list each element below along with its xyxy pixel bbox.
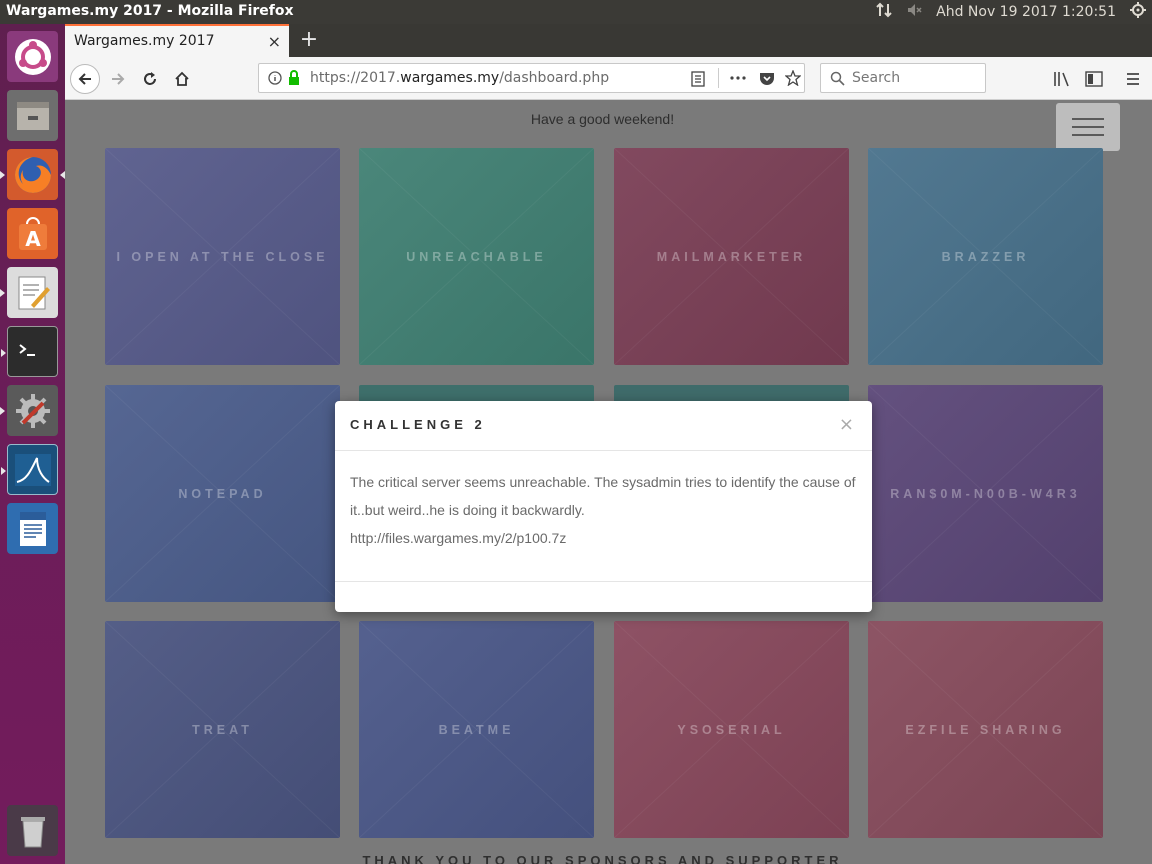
bookmark-star-icon[interactable]	[785, 70, 801, 86]
text-editor-icon[interactable]	[0, 267, 58, 318]
system-tray: Ahd Nov 19 2017 1:20:51	[876, 0, 1152, 24]
challenge-tile[interactable]: EZFILE SHARING	[868, 621, 1103, 838]
challenge-tile-label: UNREACHABLE	[406, 249, 547, 264]
challenge-tile[interactable]: NOTEPAD	[105, 385, 340, 602]
challenge-tile-label: BEATME	[438, 722, 515, 737]
challenge-tile[interactable]: I OPEN AT THE CLOSE	[105, 148, 340, 365]
page-content: Have a good weekend! I OPEN AT THE CLOSE…	[65, 100, 1152, 864]
challenge-tile-label: MAILMARKETER	[656, 249, 807, 264]
wireshark-icon[interactable]	[1, 444, 58, 495]
reload-icon	[144, 72, 156, 85]
challenge-tile[interactable]: BRAZZER	[868, 148, 1103, 365]
sponsors-heading: THANK YOU TO OUR SPONSORS AND SUPPORTER	[362, 853, 843, 864]
challenge-tile[interactable]: MAILMARKETER	[614, 148, 849, 365]
info-icon[interactable]	[268, 71, 282, 85]
clock[interactable]: Ahd Nov 19 2017 1:20:51	[936, 4, 1116, 20]
library-icon[interactable]	[1053, 71, 1071, 87]
tab-close-icon[interactable]: ×	[268, 32, 281, 51]
challenge-tile[interactable]: BEATME	[359, 621, 594, 838]
greeting-text: Have a good weekend!	[530, 111, 675, 127]
url-bar[interactable]: https://2017.wargames.my/dashboard.php	[258, 63, 805, 93]
challenge-tile[interactable]: RAN$0M-N00B-W4R3	[868, 385, 1103, 602]
tab-wargames[interactable]: Wargames.my 2017 ×	[65, 24, 289, 57]
url-text[interactable]: https://2017.wargames.my/dashboard.php	[310, 70, 609, 86]
search-input[interactable]: Search	[820, 63, 986, 93]
home-button[interactable]	[167, 64, 197, 94]
challenge-tile-label: TREAT	[192, 722, 253, 737]
hamburger-menu-icon[interactable]	[1126, 72, 1140, 86]
modal-title: CHALLENGE 2	[350, 417, 486, 432]
modal-footer-divider	[335, 581, 872, 582]
pocket-icon[interactable]	[759, 71, 775, 86]
challenge-tile[interactable]: TREAT	[105, 621, 340, 838]
challenge-tile[interactable]: YSOSERIAL	[614, 621, 849, 838]
challenge-tile-label: BRAZZER	[941, 249, 1030, 264]
search-icon	[830, 71, 845, 86]
firefox-icon[interactable]	[0, 149, 65, 200]
modal-close-icon[interactable]: ×	[839, 414, 854, 435]
libreoffice-writer-icon[interactable]	[7, 503, 58, 554]
tab-bar: Wargames.my 2017 × +	[65, 24, 1152, 57]
challenge-description: The critical server seems unreachable. T…	[350, 474, 856, 518]
forward-button[interactable]	[103, 64, 133, 94]
challenge-modal: CHALLENGE 2 × The critical server seems …	[335, 401, 872, 612]
back-button[interactable]	[70, 64, 100, 94]
system-gear-icon[interactable]	[1130, 2, 1146, 22]
challenge-tile-label: YSOSERIAL	[677, 722, 786, 737]
navigation-toolbar: https://2017.wargames.my/dashboard.php S…	[65, 57, 1152, 100]
window-title: Wargames.my 2017 - Mozilla Firefox	[6, 3, 294, 19]
firefox-window: Wargames.my 2017 × + https://2017.wargam…	[65, 24, 1152, 864]
files-icon[interactable]	[7, 90, 58, 141]
home-icon	[175, 71, 189, 86]
sidebar-icon[interactable]	[1085, 71, 1103, 87]
modal-body: The critical server seems unreachable. T…	[350, 468, 860, 552]
system-settings-icon[interactable]	[0, 385, 58, 436]
back-arrow-icon	[78, 73, 91, 85]
volume-muted-icon[interactable]	[906, 2, 922, 22]
site-menu-button[interactable]	[1056, 103, 1120, 151]
challenge-file-link[interactable]: http://files.wargames.my/2/p100.7z	[350, 524, 860, 552]
search-placeholder: Search	[852, 70, 901, 86]
challenge-tile-label: I OPEN AT THE CLOSE	[116, 249, 329, 264]
terminal-icon[interactable]	[1, 326, 58, 377]
tab-title: Wargames.my 2017	[74, 33, 215, 49]
forward-arrow-icon	[112, 73, 125, 85]
unity-launcher: A	[0, 24, 65, 864]
trash-icon[interactable]	[7, 805, 58, 856]
ubuntu-dash-icon[interactable]	[7, 31, 58, 82]
challenge-tile[interactable]: UNREACHABLE	[359, 148, 594, 365]
network-icon[interactable]	[876, 2, 892, 22]
software-center-icon[interactable]: A	[7, 208, 58, 259]
reload-button[interactable]	[135, 64, 165, 94]
svg-text:A: A	[25, 227, 41, 251]
reader-view-icon[interactable]	[691, 71, 705, 87]
challenge-tile-label: EZFILE SHARING	[905, 722, 1066, 737]
top-panel: Wargames.my 2017 - Mozilla Firefox Ahd N…	[0, 0, 1152, 24]
modal-header: CHALLENGE 2 ×	[335, 401, 872, 451]
challenge-tile-label: RAN$0M-N00B-W4R3	[890, 486, 1081, 501]
lock-icon[interactable]	[287, 70, 301, 86]
new-tab-button[interactable]: +	[297, 27, 321, 52]
page-actions-icon[interactable]	[730, 76, 746, 80]
challenge-tile-label: NOTEPAD	[178, 486, 267, 501]
